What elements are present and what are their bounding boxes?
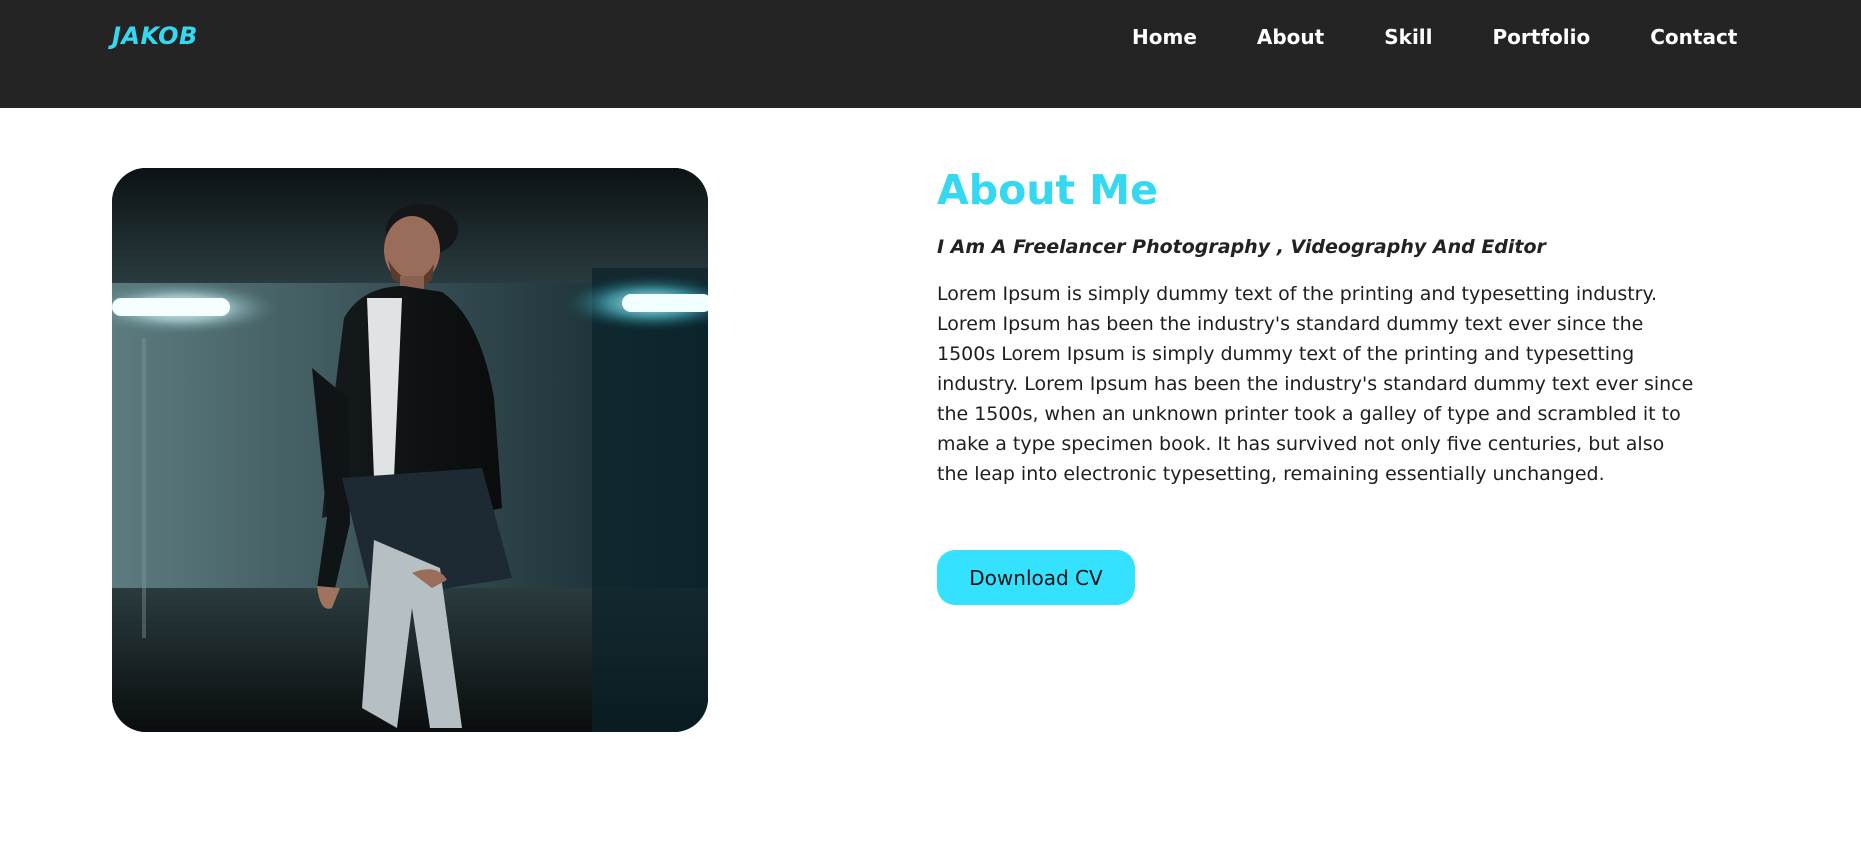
nav-link-home[interactable]: Home [1132,25,1197,49]
site-logo[interactable]: JAKOB [112,22,198,50]
about-description: Lorem Ipsum is simply dummy text of the … [937,279,1737,489]
about-description-line: make a type specimen book. It has surviv… [937,433,1665,455]
download-cv-button[interactable]: Download CV [937,550,1135,605]
about-description-line: 1500s Lorem Ipsum is simply dummy text o… [937,343,1635,365]
profile-photo-illustration [112,168,708,732]
nav-link-skill[interactable]: Skill [1384,25,1432,49]
about-description-line: industry. Lorem Ipsum has been the indus… [937,373,1694,395]
main-nav: Home About Skill Portfolio Contact [1132,25,1737,49]
about-subtitle: I Am A Freelancer Photography , Videogra… [937,236,1546,258]
navbar: JAKOB Home About Skill Portfolio Contact [0,0,1861,108]
nav-link-portfolio[interactable]: Portfolio [1493,25,1591,49]
nav-link-contact[interactable]: Contact [1650,25,1737,49]
about-description-line: the 1500s, when an unknown printer took … [937,403,1681,425]
profile-photo [112,168,708,732]
about-title: About Me [937,166,1158,214]
about-description-line: Lorem Ipsum has been the industry's stan… [937,313,1644,335]
about-description-line: the leap into electronic typesetting, re… [937,463,1605,485]
nav-link-about[interactable]: About [1257,25,1324,49]
about-description-line: Lorem Ipsum is simply dummy text of the … [937,283,1658,305]
